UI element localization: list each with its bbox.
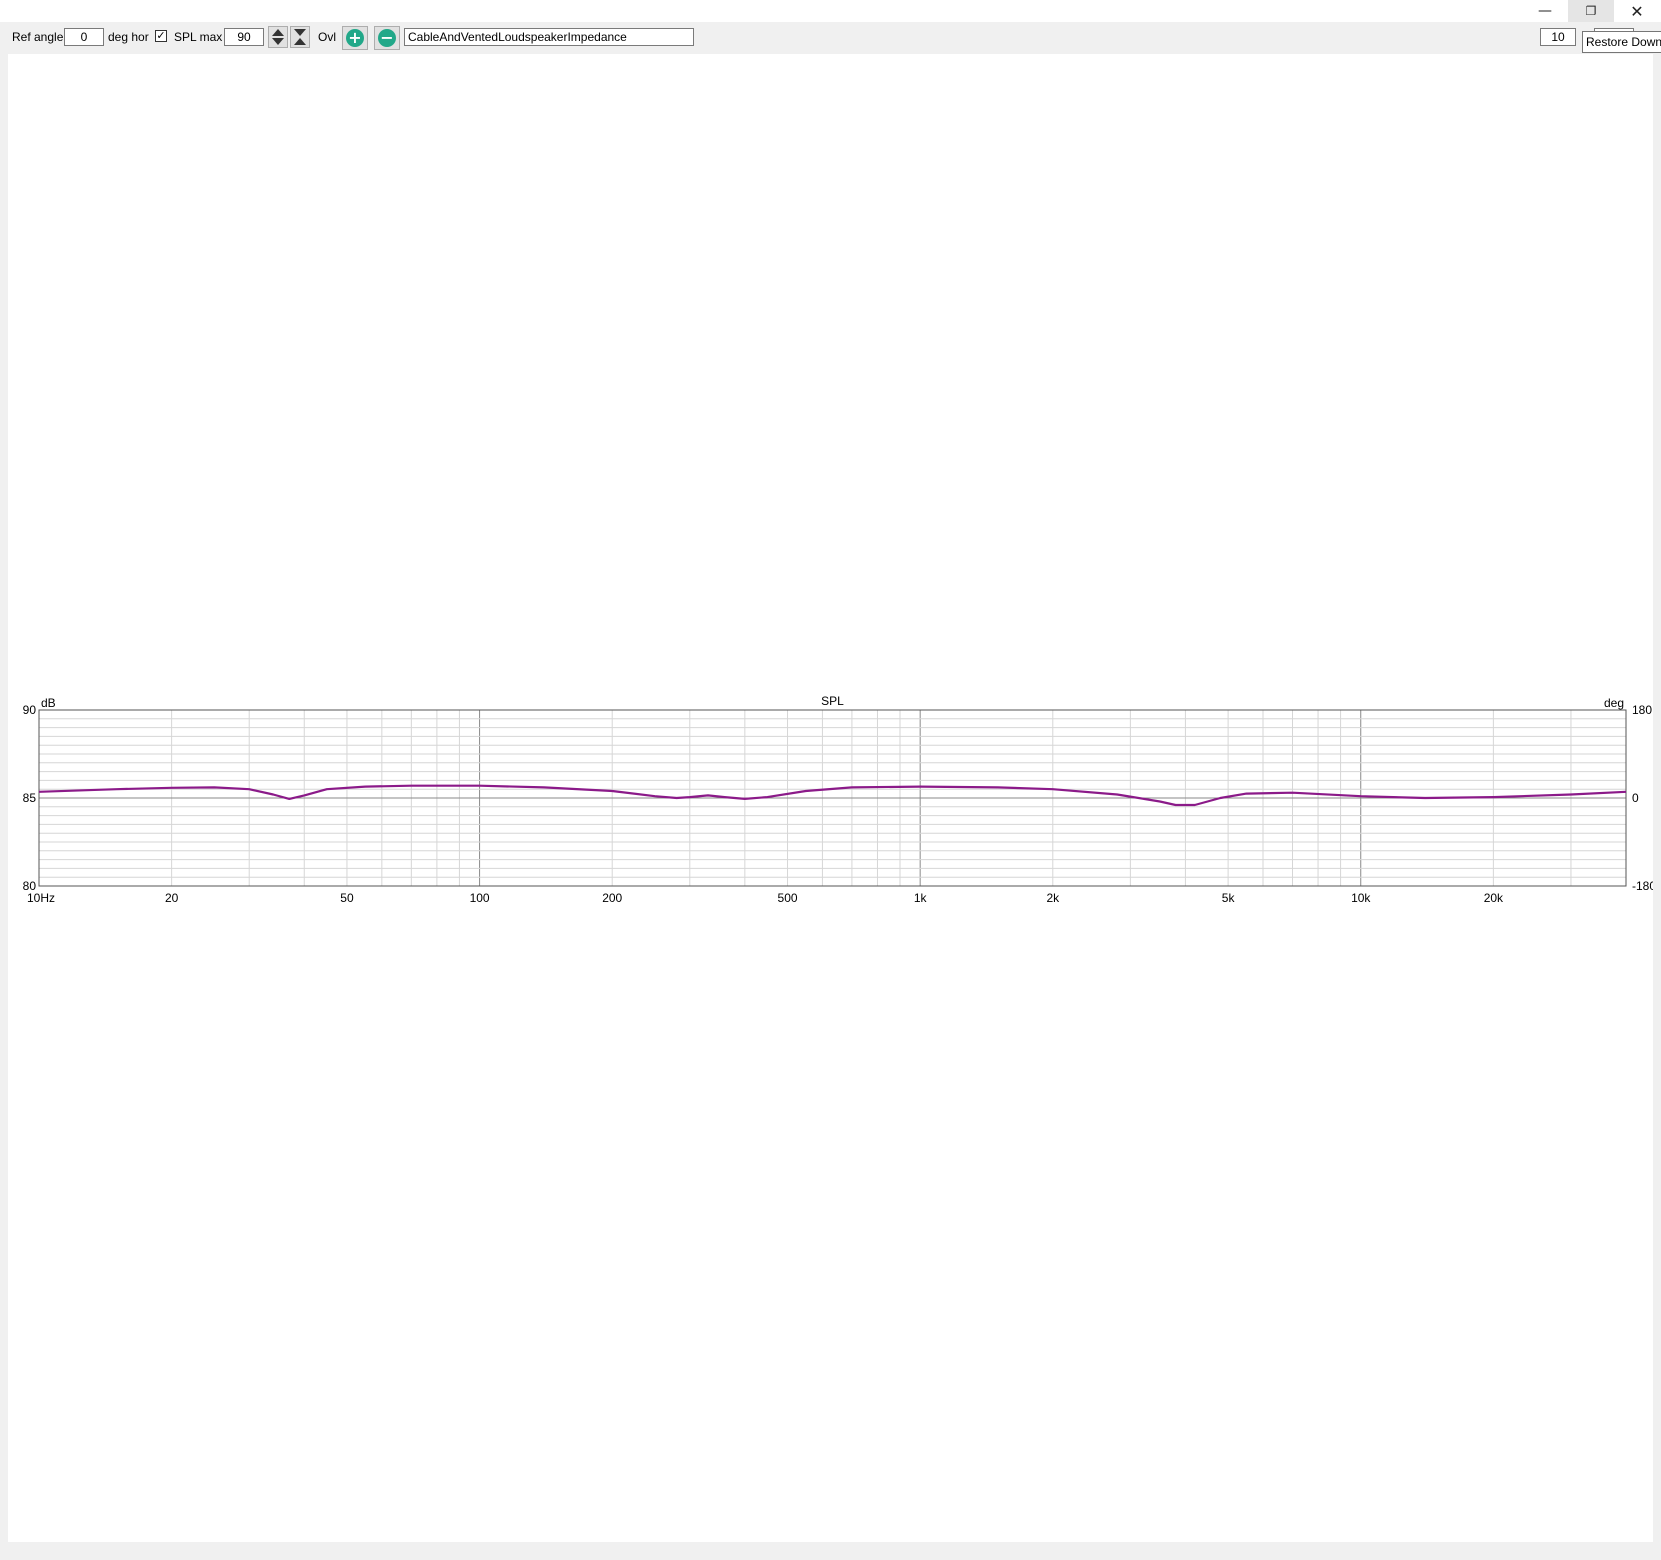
y-tick-label: 90 <box>23 703 37 717</box>
y2-tick-label: 0 <box>1632 791 1639 805</box>
x-tick-label: 20 <box>165 891 179 905</box>
ref-angle-input[interactable]: 0 <box>64 28 104 46</box>
y-axis-label-left: dB <box>41 696 56 710</box>
close-icon: ✕ <box>1630 1 1644 21</box>
chart-title: SPL <box>821 694 844 708</box>
overlay-name-input[interactable]: CableAndVentedLoudspeakerImpedance <box>404 28 694 46</box>
restore-icon: ❐ <box>1585 4 1597 18</box>
y-tick-label: 85 <box>23 791 37 805</box>
check-icon: ✓ <box>156 30 166 42</box>
spl-max-input[interactable]: 90 <box>224 28 264 46</box>
title-bar: — ❐ ✕ <box>0 0 1661 22</box>
y-axis-label-right: deg <box>1604 696 1624 710</box>
restore-down-tooltip: Restore Down <box>1582 31 1661 53</box>
spl-range-button[interactable] <box>290 26 310 48</box>
x-tick-label: 1k <box>914 891 928 905</box>
add-overlay-button[interactable]: + <box>342 26 368 50</box>
minimize-button[interactable]: — <box>1522 0 1568 22</box>
deg-hor-label: deg hor <box>108 30 149 44</box>
plus-icon: + <box>346 29 364 47</box>
x-tick-label: 50 <box>340 891 354 905</box>
remove-overlay-button[interactable]: − <box>374 26 400 50</box>
hourglass-arrows-icon <box>294 29 306 45</box>
x-tick-label: 500 <box>778 891 798 905</box>
minimize-icon: — <box>1538 3 1552 19</box>
up-down-arrows-icon <box>272 29 284 45</box>
x-tick-label: 100 <box>470 891 490 905</box>
x-tick-label: 10k <box>1351 891 1371 905</box>
y2-tick-label: -180 <box>1632 879 1653 893</box>
spl-series-line <box>38 784 1627 807</box>
close-button[interactable]: ✕ <box>1614 0 1660 22</box>
x-tick-label: 2k <box>1046 891 1060 905</box>
minus-icon: − <box>378 29 396 47</box>
spl-spin-button[interactable] <box>268 26 288 48</box>
x-tick-label: 200 <box>602 891 622 905</box>
x-tick-label: 5k <box>1222 891 1236 905</box>
spl-max-checkbox[interactable]: ✓ <box>155 30 167 42</box>
ref-angle-label: Ref angle <box>12 30 64 44</box>
restore-button[interactable]: ❐ <box>1568 0 1614 22</box>
y-tick-label: 80 <box>23 879 37 893</box>
right-value-input[interactable]: 10 <box>1540 28 1576 46</box>
toolbar: Ref angle 0 deg hor ✓ SPL max 90 Ovl + −… <box>0 22 1661 54</box>
plot-canvas: SPL dB deg 10Hz 20 50 100 200 500 1k 2k 5k 10k 20k… <box>8 54 1657 1542</box>
x-tick-label: 10Hz <box>27 891 55 905</box>
spl-max-label: SPL max <box>174 30 223 44</box>
y2-tick-label: 180 <box>1632 703 1652 717</box>
x-tick-label: 20k <box>1484 891 1504 905</box>
spl-chart: SPL dB deg 10Hz 20 50 100 200 500 1k 2k 5k 10k 20k… <box>23 694 1657 905</box>
ovl-label: Ovl <box>318 30 336 44</box>
